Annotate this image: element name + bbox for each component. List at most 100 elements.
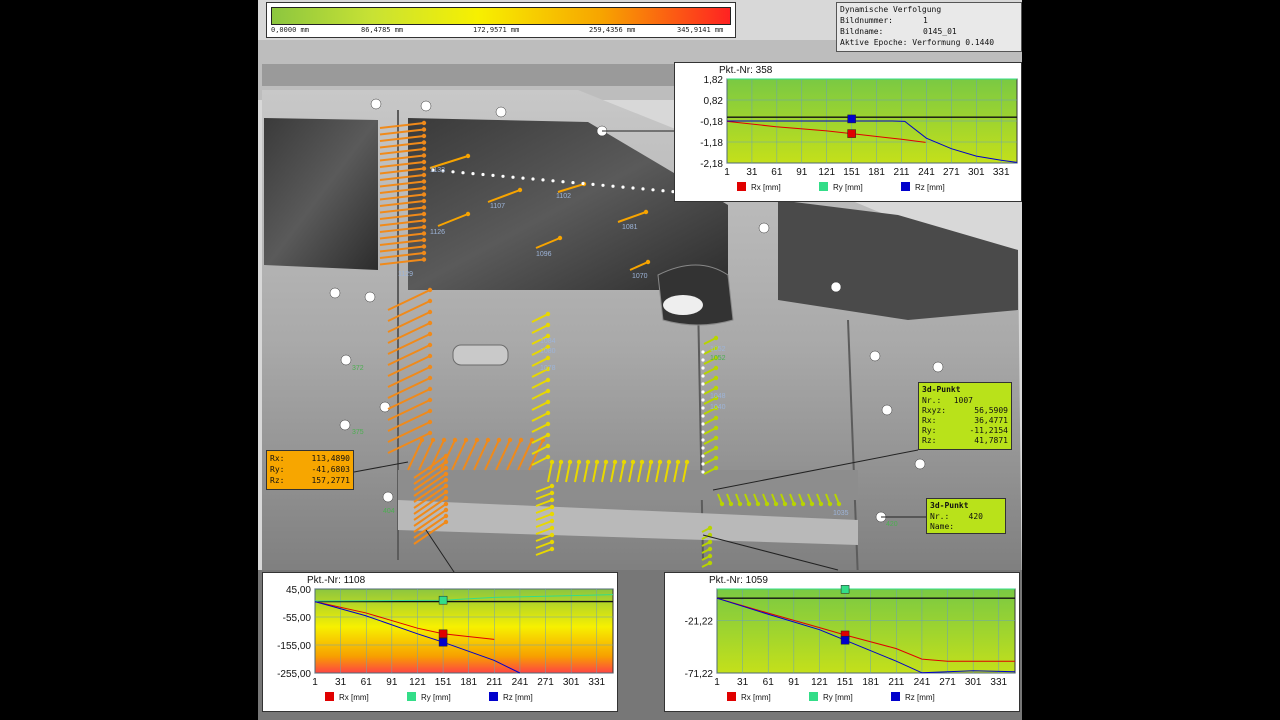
popup-value: 36,4771 xyxy=(974,416,1008,425)
x-tick-label: 241 xyxy=(914,677,931,688)
info-label: Bildnummer: xyxy=(840,16,893,25)
x-tick-label: 151 xyxy=(837,677,854,688)
vector-head xyxy=(421,231,427,236)
x-tick-label: 181 xyxy=(862,677,879,688)
x-tick-label: 121 xyxy=(811,677,828,688)
vector-head xyxy=(421,159,427,165)
vector-head xyxy=(827,501,833,507)
edge-point xyxy=(491,173,495,177)
vector-head xyxy=(675,459,681,465)
series-marker xyxy=(438,637,448,647)
point-label: 1052 xyxy=(710,346,726,353)
point-label: 1040 xyxy=(710,404,726,411)
viewer-stage: 1133 1126 1129 1107 1102 1081 1096 1070 … xyxy=(258,0,1022,720)
chart-svg: 1 31 61 91 121 151 181 211 241 271 301 331 -21,22 -71… xyxy=(685,585,1016,702)
vector-head xyxy=(713,425,719,431)
vector-head xyxy=(465,211,471,217)
chart-point-1108[interactable]: Pkt.-Nr: 1108 1 31 61 91 121 151 181 211 241 271 3… xyxy=(262,572,618,712)
legend-swatch xyxy=(727,692,736,701)
popup-label: Rx: xyxy=(922,416,937,425)
edge-point xyxy=(701,446,705,450)
x-tick-label: 271 xyxy=(939,677,956,688)
popup-value: -11,2154 xyxy=(969,426,1008,435)
legend-swatch xyxy=(819,182,828,191)
vector-head xyxy=(463,437,469,443)
chart-point-1059[interactable]: Pkt.-Nr: 1059 1 31 61 91 121 151 181 211 241 271 3… xyxy=(664,572,1020,712)
x-tick-label: 61 xyxy=(771,167,783,178)
edge-point xyxy=(701,438,705,442)
vector-head xyxy=(836,501,842,507)
series-marker xyxy=(840,635,850,645)
vector-head xyxy=(545,355,551,361)
popup-value: 1007 xyxy=(953,396,973,405)
popup-value: 157,2771 xyxy=(311,476,350,485)
edge-point xyxy=(701,358,705,362)
x-tick-label: 91 xyxy=(788,677,800,688)
vector-head xyxy=(443,489,449,495)
chart-svg: 1 31 61 91 121 151 181 211 241 271 301 331 1,82 0,82 -… xyxy=(700,75,1018,192)
series-marker xyxy=(847,114,856,124)
vector-head xyxy=(427,419,433,425)
point-label: 1081 xyxy=(622,224,638,231)
point-label: 1107 xyxy=(490,203,505,210)
3d-point-popup-420[interactable]: 3d-Punkt Nr.: 420 Name: xyxy=(926,498,1006,534)
vector-head xyxy=(713,375,719,381)
x-tick-label: 91 xyxy=(796,167,808,178)
y-tick-label: -155,00 xyxy=(277,641,311,652)
vector-head xyxy=(558,459,564,465)
vector-head xyxy=(576,459,582,465)
vector-head xyxy=(427,287,433,293)
vector-head xyxy=(443,453,449,459)
edge-point xyxy=(581,181,585,186)
vector-head xyxy=(585,459,591,465)
popup-label: Name: xyxy=(930,522,955,531)
vector-head xyxy=(545,410,551,416)
vector-head xyxy=(427,364,433,370)
vector-head xyxy=(421,192,427,197)
popup-label: Ry: xyxy=(270,465,285,474)
x-tick-label: 211 xyxy=(486,677,502,688)
y-tick-label: -2,18 xyxy=(700,159,723,170)
edge-point xyxy=(701,390,705,394)
vector-head xyxy=(421,166,427,171)
scale-tick: 259,4356 mm xyxy=(589,26,636,34)
x-tick-label: 331 xyxy=(993,167,1010,178)
vector-head xyxy=(549,483,555,489)
popup-label: Ry: xyxy=(922,426,937,435)
popup-label: Rx: xyxy=(270,454,285,463)
vector-head xyxy=(421,211,427,217)
x-tick-label: 331 xyxy=(588,677,605,688)
popup-value: -41,6803 xyxy=(311,465,350,474)
edge-point xyxy=(701,398,705,402)
point-label: 404 xyxy=(383,508,395,515)
vector-head xyxy=(421,153,427,158)
legend-swatch xyxy=(737,182,746,191)
y-tick-label: 45,00 xyxy=(286,585,311,596)
point-label: 1052 xyxy=(710,355,726,362)
deformation-color-scale: 0,0000 mm 86,4785 mm 172,9571 mm 259,435… xyxy=(266,2,736,38)
x-tick-label: 301 xyxy=(965,677,982,688)
info-title: Dynamische Verfolgung xyxy=(840,5,942,14)
vector-head xyxy=(507,437,513,443)
vector-head xyxy=(549,532,555,538)
vector-head xyxy=(443,519,449,525)
scale-tick: 0,0000 mm xyxy=(271,26,309,34)
chart-point-358[interactable]: Pkt.-Nr: 358 1 31 61 91 121 151 181 211 241 271 30… xyxy=(674,62,1022,202)
legend-swatch xyxy=(489,692,498,701)
edge-point xyxy=(701,422,705,426)
vector-head xyxy=(648,459,654,465)
vector-head xyxy=(545,377,551,383)
vector-head xyxy=(427,298,433,304)
x-tick-label: 1 xyxy=(714,677,720,688)
3d-point-popup-1007[interactable]: 3d-Punkt Nr.: 1007 Rxyz: 56,5909 Rx: 36,… xyxy=(918,382,1012,450)
edge-point xyxy=(461,171,465,175)
x-tick-label: 151 xyxy=(843,167,860,178)
deformation-popup[interactable]: Rx: 113,4890 Ry: -41,6803 Rz: 157,2771 xyxy=(266,450,354,490)
x-tick-label: 121 xyxy=(818,167,835,178)
vector-head xyxy=(707,553,713,559)
vector-head xyxy=(545,322,551,328)
x-tick-label: 181 xyxy=(868,167,885,178)
vector-head xyxy=(713,455,719,461)
point-label: 1084 xyxy=(540,338,556,345)
popup-label: Nr.: xyxy=(922,396,942,405)
